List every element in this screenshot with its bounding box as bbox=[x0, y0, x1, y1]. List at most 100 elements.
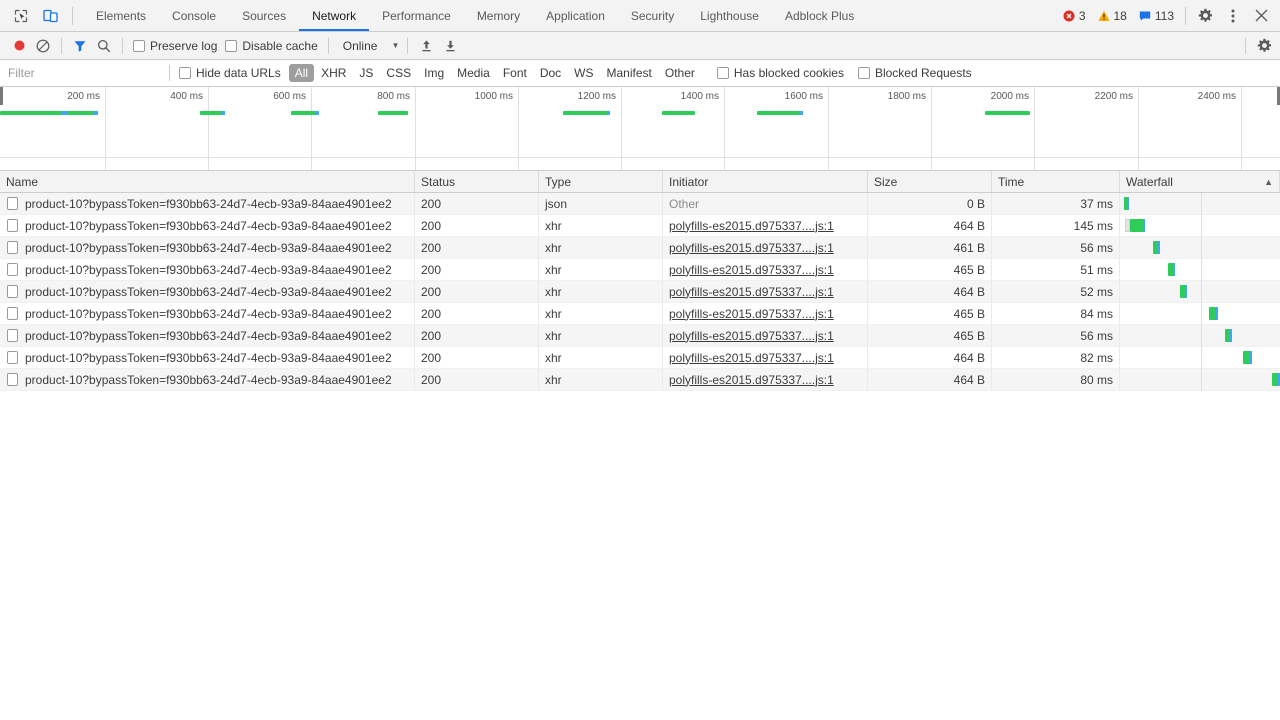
search-icon[interactable] bbox=[92, 35, 116, 57]
tab-performance[interactable]: Performance bbox=[369, 0, 464, 31]
table-row[interactable]: product-10?bypassToken=f930bb63-24d7-4ec… bbox=[0, 281, 1280, 303]
tab-memory[interactable]: Memory bbox=[464, 0, 533, 31]
cell-time: 37 ms bbox=[992, 193, 1120, 214]
table-row[interactable]: product-10?bypassToken=f930bb63-24d7-4ec… bbox=[0, 215, 1280, 237]
message-counter[interactable]: 113 bbox=[1134, 9, 1179, 23]
waterfall-bar[interactable] bbox=[1243, 351, 1252, 364]
preserve-log-checkbox[interactable]: Preserve log bbox=[129, 39, 221, 53]
tab-label: Security bbox=[630, 8, 675, 23]
disable-cache-checkbox[interactable]: Disable cache bbox=[221, 39, 321, 53]
table-row[interactable]: product-10?bypassToken=f930bb63-24d7-4ec… bbox=[0, 369, 1280, 391]
tab-console[interactable]: Console bbox=[159, 0, 229, 31]
network-overview-timeline[interactable]: 200 ms 400 ms 600 ms 800 ms 1000 ms 1200 ms 14… bbox=[0, 87, 1280, 171]
filter-input[interactable] bbox=[0, 60, 168, 86]
column-header-time[interactable]: Time bbox=[992, 171, 1120, 192]
tab-sources[interactable]: Sources bbox=[229, 0, 299, 31]
hide-data-urls-checkbox[interactable]: Hide data URLs bbox=[171, 66, 285, 80]
record-button[interactable] bbox=[7, 35, 31, 57]
initiator-link[interactable]: polyfills-es2015.d975337....js:1 bbox=[669, 329, 834, 343]
filter-type-label: Manifest bbox=[606, 66, 652, 80]
initiator-link[interactable]: polyfills-es2015.d975337....js:1 bbox=[669, 373, 834, 387]
toolbar-divider bbox=[122, 37, 123, 54]
table-row[interactable]: product-10?bypassToken=f930bb63-24d7-4ec… bbox=[0, 303, 1280, 325]
waterfall-download-segment bbox=[1250, 351, 1252, 364]
cell-initiator: Other bbox=[663, 193, 868, 214]
initiator-link[interactable]: polyfills-es2015.d975337....js:1 bbox=[669, 241, 834, 255]
overview-tick-label: 2200 ms bbox=[1094, 91, 1133, 102]
filter-type-img[interactable]: Img bbox=[418, 64, 450, 82]
table-row[interactable]: product-10?bypassToken=f930bb63-24d7-4ec… bbox=[0, 325, 1280, 347]
overview-tick-label: 1200 ms bbox=[577, 91, 616, 102]
filter-type-all[interactable]: All bbox=[288, 64, 315, 82]
device-toolbar-icon[interactable] bbox=[38, 4, 64, 28]
column-header-status[interactable]: Status bbox=[415, 171, 539, 192]
initiator-link[interactable]: polyfills-es2015.d975337....js:1 bbox=[669, 263, 834, 277]
column-header-waterfall[interactable]: Waterfall ▲ bbox=[1120, 171, 1280, 192]
waterfall-bar[interactable] bbox=[1125, 219, 1145, 232]
column-header-size[interactable]: Size bbox=[868, 171, 992, 192]
export-har-button[interactable] bbox=[438, 35, 462, 57]
initiator-link[interactable]: polyfills-es2015.d975337....js:1 bbox=[669, 351, 834, 365]
filter-toggle[interactable] bbox=[68, 35, 92, 57]
waterfall-bar[interactable] bbox=[1225, 329, 1232, 342]
table-row[interactable]: product-10?bypassToken=f930bb63-24d7-4ec… bbox=[0, 193, 1280, 215]
filter-type-css[interactable]: CSS bbox=[380, 64, 417, 82]
network-settings-button[interactable] bbox=[1252, 35, 1276, 57]
waterfall-download-segment bbox=[1127, 197, 1129, 210]
table-row[interactable]: product-10?bypassToken=f930bb63-24d7-4ec… bbox=[0, 259, 1280, 281]
tab-security[interactable]: Security bbox=[618, 0, 687, 31]
gear-icon[interactable] bbox=[1192, 4, 1218, 28]
filter-type-label: XHR bbox=[321, 66, 347, 80]
filter-type-other[interactable]: Other bbox=[659, 64, 701, 82]
cell-waterfall bbox=[1120, 281, 1280, 302]
import-har-button[interactable] bbox=[414, 35, 438, 57]
overview-tick-label: 1400 ms bbox=[680, 91, 719, 102]
filter-type-xhr[interactable]: XHR bbox=[315, 64, 352, 82]
tab-adblock-plus[interactable]: Adblock Plus bbox=[772, 0, 867, 31]
cell-size: 461 B bbox=[868, 237, 992, 258]
clear-button[interactable] bbox=[31, 35, 55, 57]
inspect-element-icon[interactable] bbox=[8, 4, 34, 28]
filter-type-font[interactable]: Font bbox=[497, 64, 533, 82]
tab-elements[interactable]: Elements bbox=[83, 0, 159, 31]
table-row[interactable]: product-10?bypassToken=f930bb63-24d7-4ec… bbox=[0, 347, 1280, 369]
blocked-requests-checkbox[interactable]: Blocked Requests bbox=[854, 66, 976, 80]
waterfall-download-segment bbox=[1216, 307, 1218, 320]
waterfall-bar[interactable] bbox=[1153, 241, 1160, 254]
table-row[interactable]: product-10?bypassToken=f930bb63-24d7-4ec… bbox=[0, 237, 1280, 259]
filter-type-manifest[interactable]: Manifest bbox=[601, 64, 658, 82]
initiator-link[interactable]: polyfills-es2015.d975337....js:1 bbox=[669, 307, 834, 321]
has-blocked-cookies-checkbox[interactable]: Has blocked cookies bbox=[713, 66, 848, 80]
overview-tick-label: 2400 ms bbox=[1197, 91, 1236, 102]
resource-type-filters: All XHR JS CSS Img Media Font Doc WS Man… bbox=[285, 64, 701, 82]
waterfall-bar[interactable] bbox=[1168, 263, 1175, 276]
error-counter[interactable]: 3 bbox=[1058, 9, 1091, 23]
warning-counter[interactable]: 18 bbox=[1093, 9, 1132, 23]
waterfall-bar[interactable] bbox=[1209, 307, 1218, 320]
filter-type-doc[interactable]: Doc bbox=[534, 64, 567, 82]
cell-size: 464 B bbox=[868, 215, 992, 236]
throttling-dropdown[interactable]: Online ▼ bbox=[335, 39, 402, 53]
overview-bar-tail bbox=[607, 111, 610, 115]
tab-application[interactable]: Application bbox=[533, 0, 618, 31]
tab-lighthouse[interactable]: Lighthouse bbox=[687, 0, 772, 31]
overview-bar bbox=[0, 111, 98, 115]
column-header-name[interactable]: Name bbox=[0, 171, 415, 192]
network-request-table: Name Status Type Initiator Size Time Waterfall… bbox=[0, 171, 1280, 391]
initiator-link[interactable]: polyfills-es2015.d975337....js:1 bbox=[669, 285, 834, 299]
filter-type-ws[interactable]: WS bbox=[568, 64, 599, 82]
tab-network[interactable]: Network bbox=[299, 0, 370, 31]
filter-type-js[interactable]: JS bbox=[353, 64, 379, 82]
cell-type: xhr bbox=[539, 259, 663, 280]
waterfall-bar[interactable] bbox=[1124, 197, 1129, 210]
cell-name: product-10?bypassToken=f930bb63-24d7-4ec… bbox=[0, 215, 415, 236]
initiator-link[interactable]: polyfills-es2015.d975337....js:1 bbox=[669, 219, 834, 233]
column-header-initiator[interactable]: Initiator bbox=[663, 171, 868, 192]
waterfall-bar[interactable] bbox=[1272, 373, 1280, 386]
close-icon[interactable] bbox=[1248, 4, 1274, 28]
column-header-type[interactable]: Type bbox=[539, 171, 663, 192]
more-vertical-icon[interactable] bbox=[1220, 4, 1246, 28]
overview-left-handle[interactable] bbox=[0, 87, 3, 105]
waterfall-bar[interactable] bbox=[1180, 285, 1187, 298]
filter-type-media[interactable]: Media bbox=[451, 64, 496, 82]
